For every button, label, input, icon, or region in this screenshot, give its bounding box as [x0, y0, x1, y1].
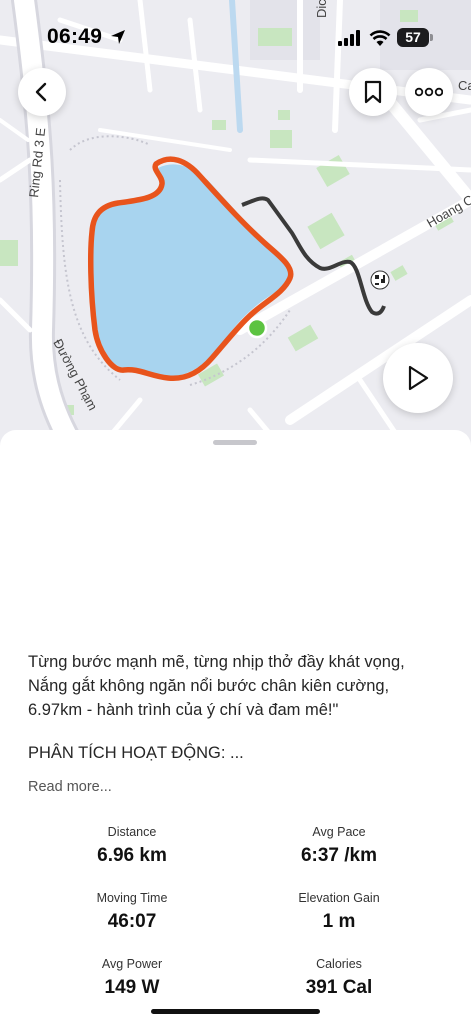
stat-distance: Distance 6.96 km: [32, 825, 232, 867]
stat-moving-time: Moving Time 46:07: [32, 891, 232, 933]
activity-details-sheet: Từng bước mạnh mẽ, từng nhịp thở đầy khá…: [0, 430, 471, 1024]
back-button[interactable]: [18, 68, 66, 116]
map-label-ca: Ca: [458, 78, 471, 93]
stat-value: 6:37 /km: [300, 845, 378, 866]
bookmark-icon: [364, 80, 382, 104]
stat-label: Avg Pace: [312, 825, 366, 839]
stat-label: Elevation Gain: [298, 891, 380, 905]
more-icon: [415, 87, 443, 97]
description-line: Từng bước mạnh mẽ, từng nhịp thở đầy khá…: [28, 653, 405, 671]
signal-icon: [338, 30, 360, 46]
play-flyby-button[interactable]: [383, 343, 453, 413]
media-area: [0, 464, 471, 634]
stat-value: 1 m: [322, 911, 356, 932]
stat-label: Calories: [316, 957, 362, 971]
back-icon: [35, 82, 47, 102]
stat-value: 149 W: [104, 977, 160, 998]
sheet-grab-handle[interactable]: [213, 440, 257, 445]
battery-tip: [430, 34, 433, 41]
stat-avg-power: Avg Power 149 W: [32, 957, 232, 999]
finish-marker: [370, 270, 390, 290]
bookmark-button[interactable]: [349, 68, 397, 116]
play-icon: [408, 365, 429, 391]
description-line: 6.97km - hành trình của ý chí và đam mê!…: [28, 701, 339, 719]
battery-indicator: 57: [397, 28, 429, 47]
stat-value: 391 Cal: [305, 977, 373, 998]
read-more-link[interactable]: Read more...: [28, 779, 112, 795]
stat-label: Distance: [107, 825, 157, 839]
stat-calories: Calories 391 Cal: [239, 957, 439, 999]
stat-label: Avg Power: [101, 957, 163, 971]
stat-value: 6.96 km: [97, 845, 167, 866]
location-arrow-icon: [111, 30, 125, 44]
status-time: 06:49: [47, 25, 103, 48]
status-bar: 06:49 57: [0, 0, 471, 60]
description-line: Nắng gắt không ngăn nổi bước chân kiên c…: [28, 677, 390, 695]
stat-elevation-gain: Elevation Gain 1 m: [239, 891, 439, 933]
stat-label: Moving Time: [96, 891, 168, 905]
stat-value: 46:07: [107, 911, 157, 932]
home-indicator[interactable]: [151, 1009, 320, 1014]
stat-avg-pace: Avg Pace 6:37 /km: [239, 825, 439, 867]
activity-description: Từng bước mạnh mẽ, từng nhịp thở đầy khá…: [28, 650, 448, 722]
more-options-button[interactable]: [405, 68, 453, 116]
analysis-title: PHÂN TÍCH HOẠT ĐỘNG: ...: [28, 744, 244, 762]
lake: [92, 164, 291, 377]
start-marker: [246, 317, 268, 339]
wifi-icon: [369, 30, 391, 46]
